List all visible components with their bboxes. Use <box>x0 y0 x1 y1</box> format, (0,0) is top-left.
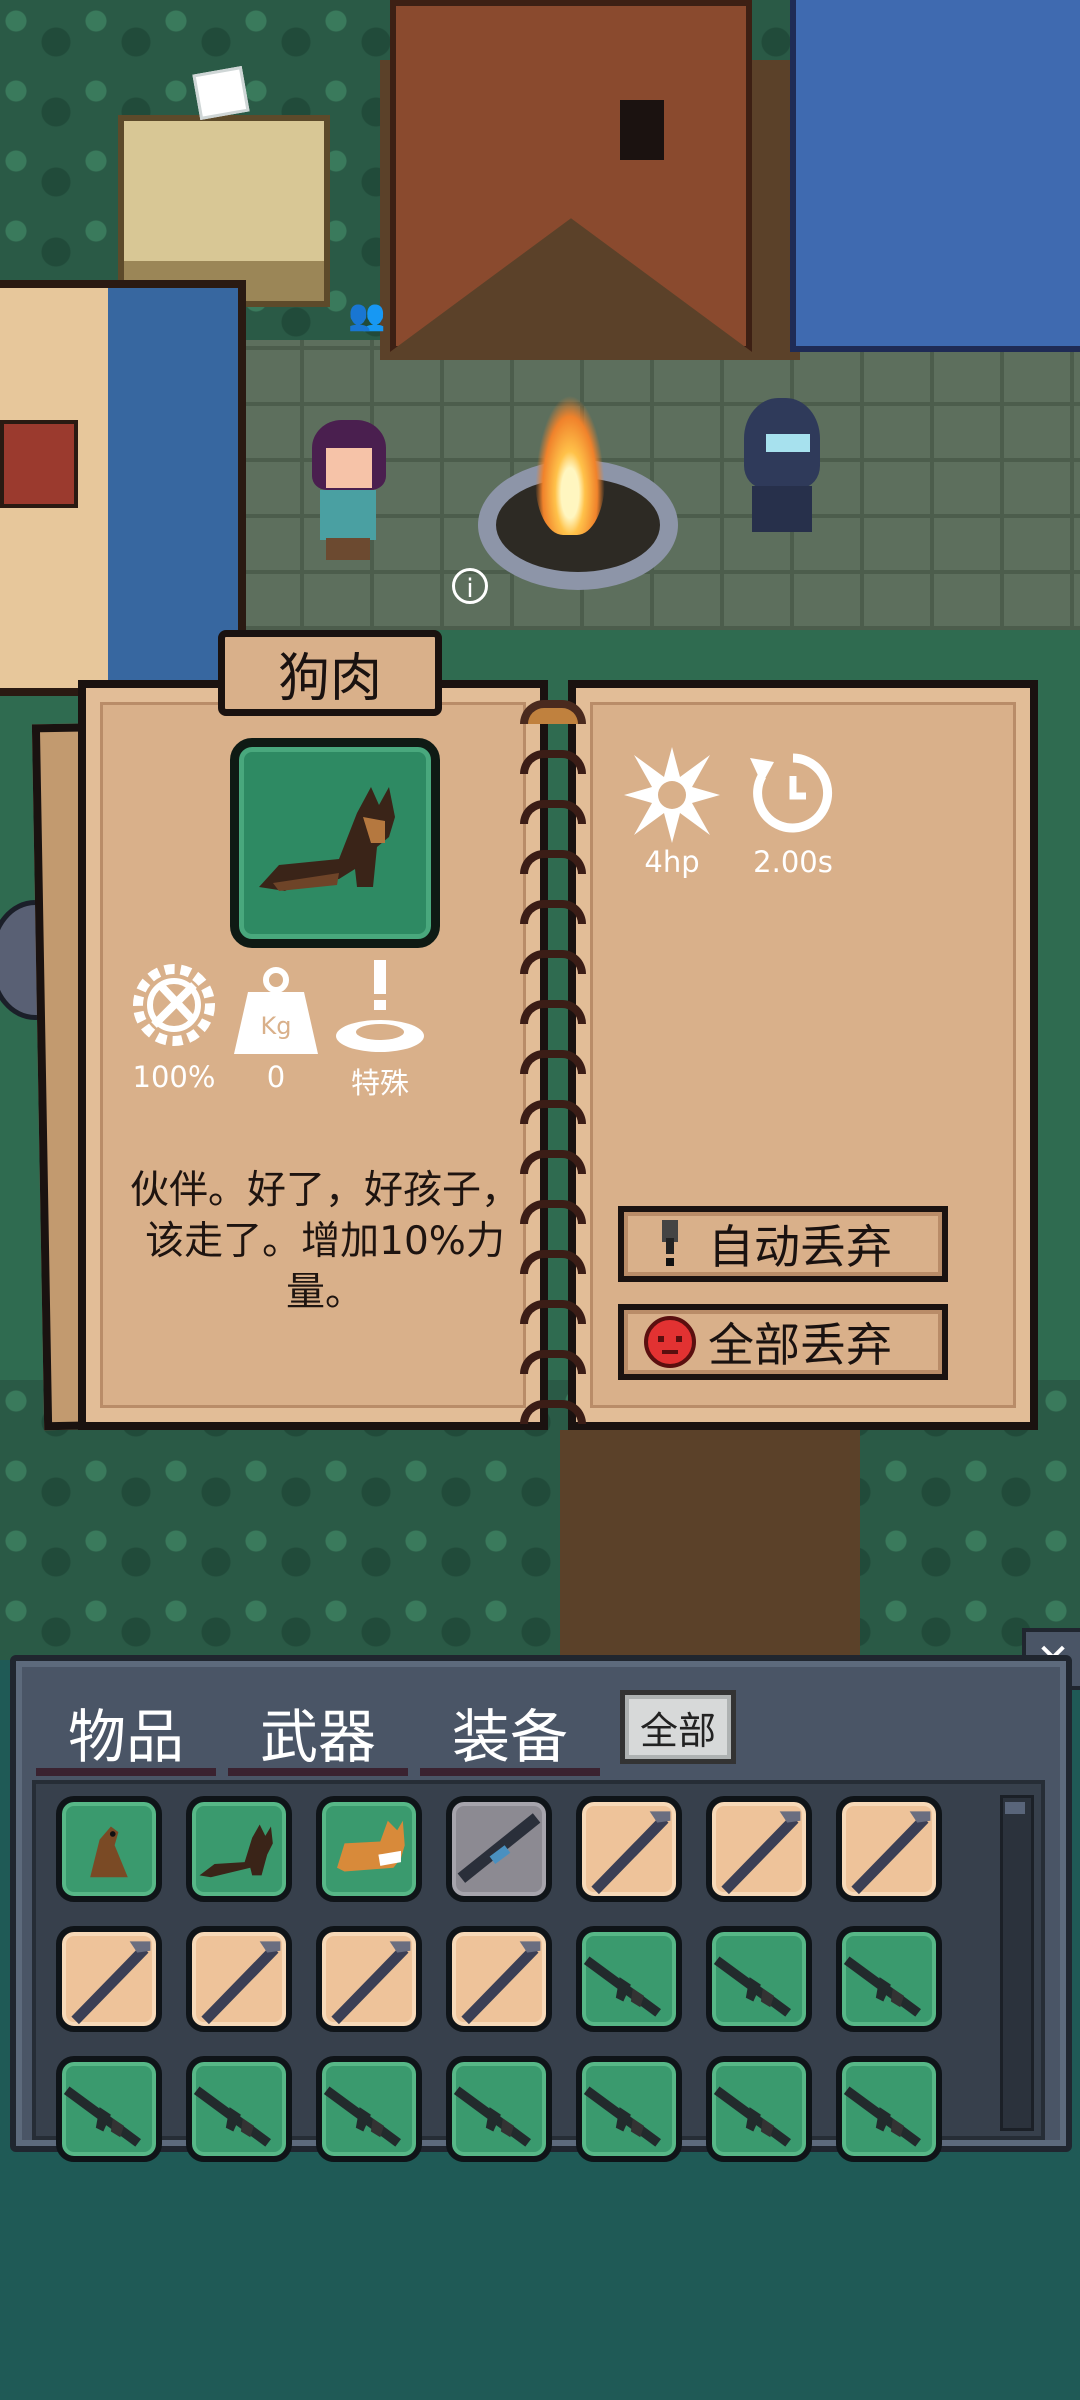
inventory-slot[interactable] <box>446 1796 552 1902</box>
tent-window <box>620 100 664 160</box>
inventory-slot[interactable] <box>576 2056 682 2162</box>
auto-discard-label: 自动丢弃 <box>708 1220 892 1274</box>
inventory-slot[interactable] <box>836 2056 942 2162</box>
character-hooded[interactable] <box>740 398 824 548</box>
cube-icon <box>192 66 250 120</box>
inventory-scrollbar[interactable] <box>1000 1795 1034 2131</box>
assault-rifle-icon <box>323 2086 401 2147</box>
tab-items-label: 物品 <box>67 1703 184 1771</box>
auto-discard-button[interactable]: 自动丢弃 <box>618 1206 948 1282</box>
cooldown-value: 2.00s <box>753 845 833 879</box>
discard-all-button[interactable]: 全部丢弃 <box>618 1304 948 1380</box>
people-icon: 👥 <box>348 298 386 333</box>
category-value: 特殊 <box>350 1066 409 1100</box>
tab-equipment[interactable]: 装备 <box>420 1688 600 1776</box>
special-alert-icon <box>336 960 424 1052</box>
corgi-icon <box>337 1820 405 1872</box>
inventory-slot[interactable] <box>576 1926 682 2032</box>
assault-rifle-icon <box>583 2086 661 2147</box>
durability-value: 100% <box>132 1060 216 1094</box>
item-description: 伙伴。好了，好孩子，该走了。增加10%力量。 <box>130 1168 521 1315</box>
assault-rifle-icon <box>713 1956 791 2017</box>
assault-rifle-icon <box>843 1956 921 2017</box>
inventory-slot[interactable] <box>446 2056 552 2162</box>
pipe-icon <box>591 1811 671 1895</box>
assault-rifle-icon <box>713 2086 791 2147</box>
angry-face-icon <box>644 1316 696 1368</box>
inventory-slot[interactable] <box>186 2056 292 2162</box>
inventory-slot[interactable] <box>576 1796 682 1902</box>
pipe-icon <box>461 1941 541 2025</box>
supply-crate[interactable] <box>118 115 330 307</box>
item-title: 狗肉 <box>218 630 442 716</box>
tab-equipment-label: 装备 <box>451 1703 568 1771</box>
tab-weapons-label: 武器 <box>259 1703 376 1771</box>
filter-all-button[interactable]: 全部 <box>620 1690 736 1764</box>
inventory-slot[interactable] <box>316 1926 422 2032</box>
assault-rifle-icon <box>583 1956 661 2017</box>
dog-icon <box>199 1824 273 1878</box>
hammer-icon <box>662 1220 678 1266</box>
assault-rifle-icon <box>193 2086 271 2147</box>
tab-weapons[interactable]: 武器 <box>228 1688 408 1776</box>
discard-all-label: 全部丢弃 <box>708 1318 892 1372</box>
dirt-path <box>560 1430 860 1660</box>
scrollbar-thumb[interactable] <box>1005 1802 1025 1814</box>
assault-rifle-icon <box>843 2086 921 2147</box>
inventory-slot[interactable] <box>186 1926 292 2032</box>
weasel-icon <box>90 1826 128 1878</box>
blue-tent[interactable] <box>790 0 1080 352</box>
inventory-slot[interactable] <box>56 2056 162 2162</box>
inventory-slot[interactable] <box>706 1796 812 1902</box>
assault-rifle-icon <box>453 2086 531 2147</box>
inventory-slot[interactable] <box>706 2056 812 2162</box>
assault-rifle-icon <box>63 2086 141 2147</box>
rifle-icon <box>457 1813 541 1883</box>
weight-kg-icon: Kg <box>234 967 318 1054</box>
pipe-icon <box>331 1941 411 2025</box>
inventory-slot[interactable] <box>56 1926 162 2032</box>
inventory-slot[interactable] <box>836 1796 942 1902</box>
tab-items[interactable]: 物品 <box>36 1688 216 1776</box>
character-girl[interactable] <box>306 420 390 560</box>
info-icon[interactable]: i <box>452 568 488 604</box>
cooldown-timer-icon <box>750 753 833 833</box>
dog-icon <box>259 787 395 891</box>
pipe-icon <box>201 1941 281 2025</box>
svg-text:Kg: Kg <box>261 1012 292 1040</box>
fire-flame <box>535 395 605 535</box>
damage-value: 4hp <box>644 845 700 879</box>
pipe-icon <box>851 1811 931 1895</box>
damage-burst-icon <box>624 747 720 843</box>
pipe-icon <box>71 1941 151 2025</box>
inventory-slot[interactable] <box>316 2056 422 2162</box>
inventory-slot[interactable] <box>836 1926 942 2032</box>
inventory-slot[interactable] <box>56 1796 162 1902</box>
workbench[interactable] <box>0 420 78 508</box>
inventory-slot[interactable] <box>186 1796 292 1902</box>
inventory-slot[interactable] <box>316 1796 422 1902</box>
item-image-frame <box>230 738 440 948</box>
inventory-slot[interactable] <box>706 1926 812 2032</box>
weight-value: 0 <box>266 1060 286 1094</box>
repair-gear-icon <box>133 964 215 1046</box>
inventory-slot[interactable] <box>446 1926 552 2032</box>
pipe-icon <box>721 1811 801 1895</box>
